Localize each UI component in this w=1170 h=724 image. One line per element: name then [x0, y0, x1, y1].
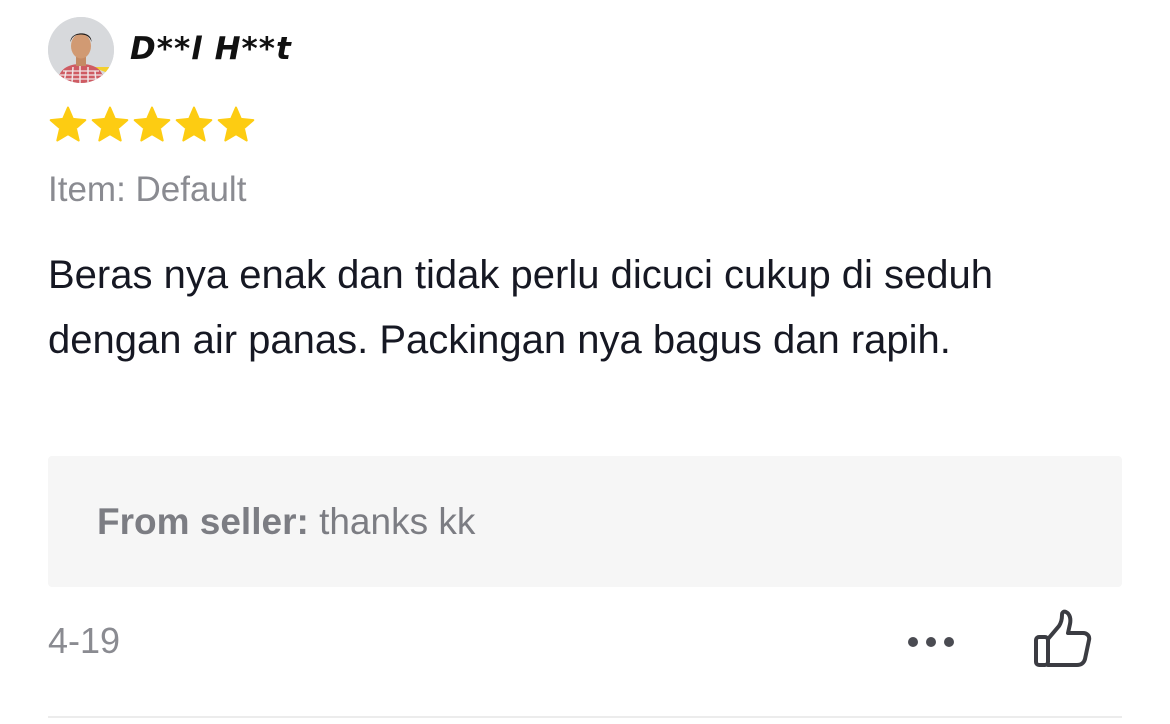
- seller-reply-label: From seller:: [97, 501, 309, 542]
- star-icon: [90, 106, 130, 144]
- review-text: Beras nya enak dan tidak perlu dicuci cu…: [48, 253, 994, 362]
- divider: [48, 716, 1122, 718]
- seller-reply: From seller: thanks kk: [48, 456, 1122, 587]
- review-card: D**l H**t Item: Default Beras nya enak d…: [0, 0, 1170, 724]
- star-rating: [48, 106, 256, 144]
- like-button[interactable]: [1028, 606, 1096, 674]
- star-icon: [216, 106, 256, 144]
- star-icon: [174, 106, 214, 144]
- review-date: 4-19: [48, 620, 121, 661]
- more-dots-icon: [926, 637, 936, 647]
- more-options-button[interactable]: [898, 620, 964, 664]
- avatar[interactable]: [48, 17, 114, 83]
- username[interactable]: D**l H**t: [130, 31, 292, 67]
- item-variant: Item: Default: [48, 170, 247, 209]
- seller-reply-line: From seller: thanks kk: [97, 501, 475, 543]
- more-dots-icon: [944, 637, 954, 647]
- star-icon: [132, 106, 172, 144]
- star-icon: [48, 106, 88, 144]
- thumbs-up-icon: [1034, 609, 1092, 667]
- more-dots-icon: [908, 637, 918, 647]
- review-header: D**l H**t: [48, 16, 292, 84]
- seller-reply-text: thanks kk: [308, 501, 476, 542]
- user-avatar-photo: [48, 17, 114, 83]
